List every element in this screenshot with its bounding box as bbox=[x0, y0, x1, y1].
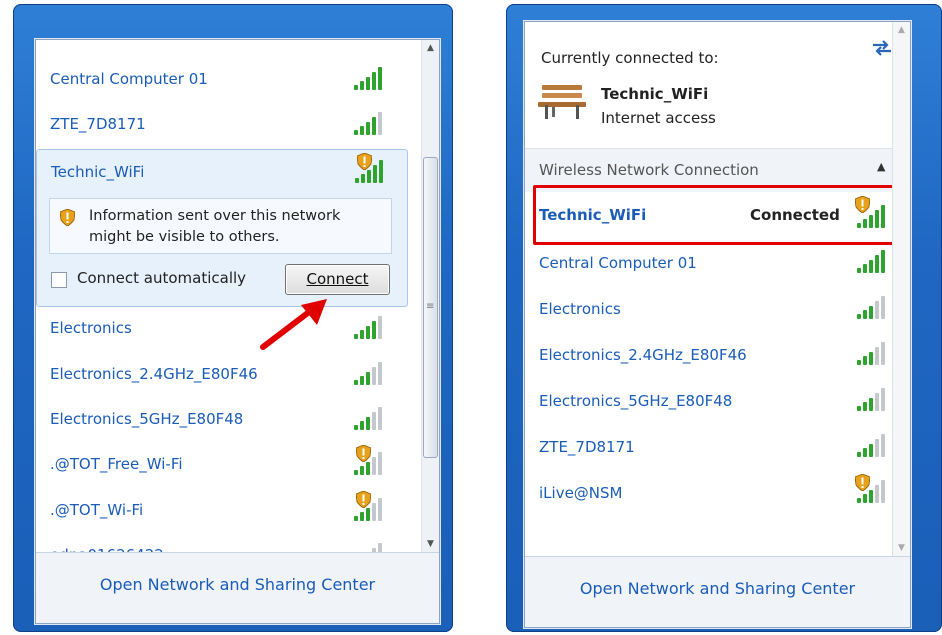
left-footer: Open Network and Sharing Center bbox=[36, 552, 439, 623]
red-arrow-annotation bbox=[260, 299, 327, 350]
network-item[interactable]: Electronics_5GHz_E80F48 bbox=[36, 397, 421, 441]
network-name: Technic_WiFi bbox=[51, 163, 145, 181]
network-name: .@TOT_Free_Wi-Fi bbox=[50, 455, 183, 473]
signal-strength-icon bbox=[354, 315, 384, 339]
shield-warning-icon bbox=[356, 445, 371, 462]
shield-warning-icon bbox=[60, 209, 75, 226]
connected-status: Connected bbox=[750, 206, 840, 224]
network-name: Central Computer 01 bbox=[50, 70, 208, 88]
network-name: Electronics_2.4GHz_E80F46 bbox=[50, 365, 258, 383]
shield-warning-icon bbox=[356, 491, 371, 508]
currently-connected-label: Currently connected to: bbox=[541, 49, 719, 67]
chevron-up-icon[interactable]: ▲ bbox=[877, 160, 885, 173]
signal-strength-icon bbox=[857, 387, 887, 411]
section-title: Wireless Network Connection bbox=[539, 161, 759, 179]
scrollbar[interactable]: ▲ ≡ ▼ bbox=[421, 40, 439, 553]
connect-automatically-label: Connect automatically bbox=[77, 269, 247, 287]
left-network-list: Central Computer 01 ZTE_7D8171 Technic_W… bbox=[36, 40, 439, 623]
network-name: Central Computer 01 bbox=[539, 254, 697, 272]
network-name: Electronics bbox=[50, 319, 132, 337]
open-network-sharing-center-link[interactable]: Open Network and Sharing Center bbox=[525, 579, 910, 598]
shield-warning-icon bbox=[855, 474, 870, 491]
shield-warning-icon bbox=[357, 153, 372, 170]
left-network-flyout: Central Computer 01 ZTE_7D8171 Technic_W… bbox=[35, 39, 440, 624]
right-footer: Open Network and Sharing Center bbox=[525, 556, 910, 627]
security-info-box: Information sent over this network might… bbox=[49, 198, 392, 254]
grip-icon: ≡ bbox=[426, 301, 435, 312]
network-name: .@TOT_Wi-Fi bbox=[50, 501, 144, 519]
signal-strength-icon bbox=[857, 433, 887, 457]
open-network-sharing-center-link[interactable]: Open Network and Sharing Center bbox=[36, 575, 439, 594]
selected-network-panel[interactable]: Technic_WiFi Information sent over this … bbox=[36, 149, 408, 307]
network-item[interactable]: .@TOT_Free_Wi-Fi bbox=[36, 442, 421, 486]
network-item[interactable]: ZTE_7D8171 bbox=[525, 425, 893, 469]
shield-warning-icon bbox=[855, 196, 870, 213]
network-item[interactable]: Electronics bbox=[36, 306, 421, 350]
signal-strength-icon bbox=[354, 361, 384, 385]
connect-automatically-checkbox[interactable] bbox=[51, 272, 67, 288]
network-name: Electronics_5GHz_E80F48 bbox=[50, 410, 244, 428]
scroll-up-arrow-icon[interactable]: ▲ bbox=[422, 40, 439, 57]
network-item[interactable]: ZTE_7D8171 bbox=[36, 102, 421, 146]
signal-strength-icon bbox=[857, 341, 887, 365]
network-item[interactable]: Electronics_2.4GHz_E80F46 bbox=[36, 352, 421, 396]
network-item[interactable]: Electronics bbox=[525, 287, 893, 331]
signal-strength-icon bbox=[354, 406, 384, 430]
scroll-down-arrow-icon[interactable]: ▼ bbox=[893, 540, 910, 557]
network-item[interactable]: Electronics_5GHz_E80F48 bbox=[525, 379, 893, 423]
current-network-name: Technic_WiFi bbox=[601, 85, 709, 103]
signal-strength-icon bbox=[857, 249, 887, 273]
signal-strength-icon bbox=[354, 111, 384, 135]
network-item[interactable]: .@TOT_Wi-Fi bbox=[36, 488, 421, 532]
network-item[interactable]: Central Computer 01 bbox=[36, 57, 421, 101]
network-name: Electronics_5GHz_E80F48 bbox=[539, 392, 733, 410]
scrollbar[interactable]: ▲ ▼ bbox=[892, 22, 910, 557]
scroll-down-arrow-icon[interactable]: ▼ bbox=[422, 536, 439, 553]
right-network-flyout: Currently connected to: Technic_WiFi Int… bbox=[524, 21, 911, 628]
network-name: Technic_WiFi bbox=[539, 206, 647, 224]
connect-button[interactable]: Connect bbox=[285, 264, 390, 295]
security-warning-text: Information sent over this network might… bbox=[89, 208, 341, 245]
signal-strength-icon bbox=[857, 295, 887, 319]
network-item[interactable]: Technic_WiFi Connected bbox=[525, 193, 893, 237]
park-bench-icon bbox=[538, 85, 586, 119]
signal-strength-icon bbox=[354, 66, 384, 90]
network-name: ZTE_7D8171 bbox=[50, 115, 146, 133]
scroll-up-arrow-icon[interactable]: ▲ bbox=[893, 22, 910, 39]
refresh-arrows-icon[interactable] bbox=[871, 40, 893, 56]
network-name: iLive@NSM bbox=[539, 484, 623, 502]
network-name: Electronics bbox=[539, 300, 621, 318]
network-item[interactable]: Central Computer 01 bbox=[525, 241, 893, 285]
network-item[interactable]: iLive@NSM bbox=[525, 471, 893, 515]
network-item[interactable]: Electronics_2.4GHz_E80F46 bbox=[525, 333, 893, 377]
network-name: Electronics_2.4GHz_E80F46 bbox=[539, 346, 747, 364]
network-item[interactable]: edna01626422 bbox=[36, 533, 421, 553]
network-name: ZTE_7D8171 bbox=[539, 438, 635, 456]
current-network-status: Internet access bbox=[601, 109, 716, 127]
